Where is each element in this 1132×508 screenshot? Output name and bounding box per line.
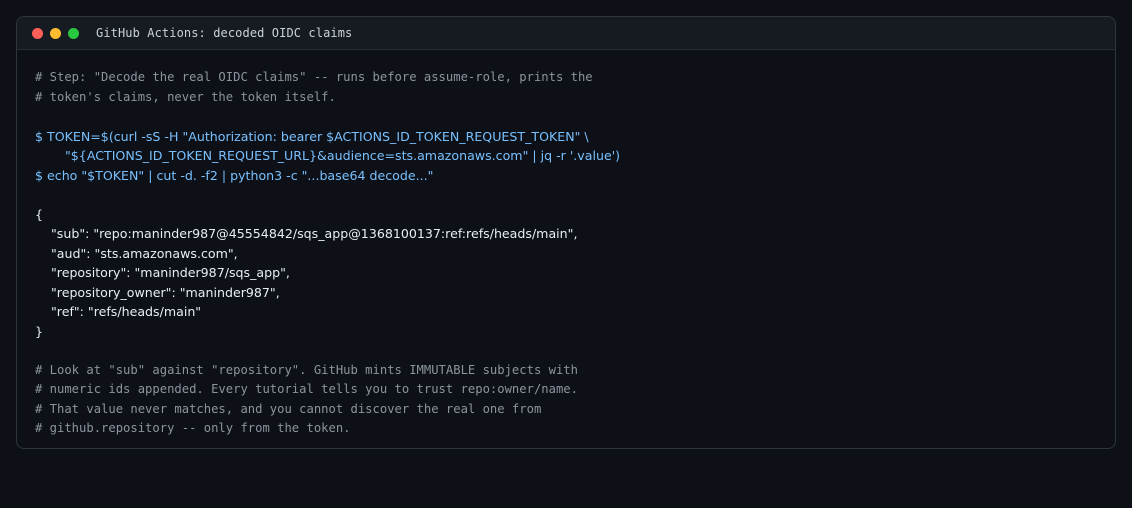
comment-line: # github.repository -- only from the tok… [35, 421, 351, 435]
json-field-line: "repository": "maninder987/sqs_app", [51, 265, 290, 280]
comment-line: # token's claims, never the token itself… [35, 89, 336, 104]
close-window-icon[interactable] [32, 27, 43, 39]
minimize-window-icon[interactable] [50, 27, 61, 39]
command-continuation-line: "${ACTIONS_ID_TOKEN_REQUEST_URL}&audienc… [65, 148, 621, 163]
comment-line: # That value never matches, and you cann… [35, 401, 542, 416]
maximize-window-icon[interactable] [68, 27, 79, 39]
comment-line: # Look at "sub" against "repository". Gi… [35, 362, 578, 377]
code-block: # Step: "Decode the real OIDC claims" --… [17, 50, 1115, 439]
json-close-brace: } [35, 323, 44, 339]
json-open-brace: { [35, 206, 44, 222]
json-field-line: "aud": "sts.amazonaws.com", [51, 245, 238, 261]
json-field-line: "sub": "repo:maninder987@45554842/sqs_ap… [51, 226, 578, 241]
comment-line: # Step: "Decode the real OIDC claims" --… [35, 70, 593, 84]
window-titlebar: GitHub Actions: decoded OIDC claims [17, 17, 1115, 50]
command-line: $ TOKEN=$(curl -sS -H "Authorization: be… [35, 128, 589, 144]
comment-line: # numeric ids appended. Every tutorial t… [35, 382, 578, 396]
command-line: $ echo "$TOKEN" | cut -d. -f2 | python3 … [35, 167, 434, 183]
json-field-line: "ref": "refs/heads/main" [51, 304, 202, 319]
json-field-line: "repository_owner": "maninder987", [51, 284, 280, 300]
window-title: GitHub Actions: decoded OIDC claims [96, 26, 353, 40]
terminal-window: GitHub Actions: decoded OIDC claims # St… [16, 16, 1116, 449]
